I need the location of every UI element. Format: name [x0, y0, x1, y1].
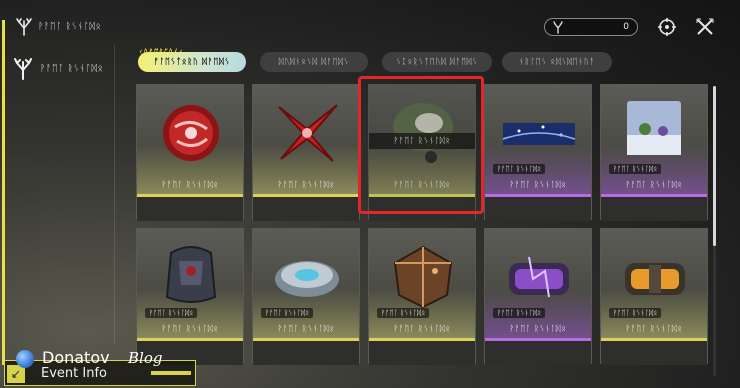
- item-card[interactable]: ᚹᚨᛖᛚ ᚱᛊᚾᛚᛞᛟ ᚹᚨᛖᛚ ᚱᛊᚾᛚᛞᛟ: [368, 228, 476, 365]
- close-x-icon: [696, 18, 714, 35]
- item-name: ᚹᚨᛖᛚ ᚱᛊᚾᛚᛞᛟ: [509, 180, 567, 189]
- item-name: ᚹᚨᛖᛚ ᚱᛊᚾᛚᛞᛟ: [161, 324, 219, 333]
- item-card[interactable]: ᚹᚨᛖᛚ ᚱᛊᚾᛚᛞᛟ ᚹᚨᛖᛚ ᚱᛊᚾᛚᛞᛟ: [252, 228, 360, 365]
- orange-capsule-icon: [625, 263, 685, 295]
- item-name: ᚹᚨᛖᛚ ᚱᛊᚾᛚᛞᛟ: [393, 180, 451, 189]
- sidebar-divider: [114, 44, 115, 344]
- item-name: ᚹᚨᛖᛚ ᚱᛊᚾᛚᛞᛟ: [625, 180, 683, 189]
- item-tag: ᚹᚨᛖᛚ ᚱᛊᚾᛚᛞᛟ: [609, 164, 662, 174]
- item-tag: ᚹᚨᛖᛚ ᚱᛊᚾᛚᛞᛟ: [145, 308, 198, 318]
- item-grid: ᚹᚨᛖᛚ ᚱᛊᚾᛚᛞᛟ ᚹᚨᛖᛚ ᚱᛊᚾᛚᛞᛟ ᚹᚨᛖᛚ ᚱᛊᚾᛚᛞᛟ ᚹᚨᛖᛚ…: [130, 82, 714, 388]
- purple-capsule-icon: [509, 256, 569, 298]
- coral-emblem-icon: [16, 18, 32, 36]
- item-tag: ᚹᚨᛖᛚ ᚱᛊᚾᛚᛞᛟ: [261, 308, 314, 318]
- night-sky-banner-icon: [502, 123, 576, 145]
- item-tag: ᚹᚨᛖᛚ ᚱᛊᚾᛚᛞᛟ: [493, 308, 546, 318]
- sidebar-item-label: ᚹᚨᛖᛚ ᚱᛊᚾᛚᛞᛟ: [40, 64, 104, 74]
- item-name: ᚹᚨᛖᛚ ᚱᛊᚾᛚᛞᛟ: [509, 324, 567, 333]
- item-tag: ᚹᚨᛖᛚ ᚱᛊᚾᛚᛞᛟ: [493, 164, 546, 174]
- tab-label: ᚾᚱᛚᛖᛊ ᛟᛞᛊᛞᛖᚾᚢᚨ: [518, 57, 596, 66]
- tab-label: ᛞᚢᛞᚾᛟᛊᛞ ᛞᚨᛖᛞᛊ: [278, 57, 350, 66]
- tab-second[interactable]: ᛞᚢᛞᚾᛟᛊᛞ ᛞᚨᛖᛞᛊ: [260, 52, 368, 72]
- item-hover-label: ᚹᚨᛖᛚ ᚱᛊᚾᛚᛞᛟ: [369, 133, 475, 149]
- item-card[interactable]: ᚹᚨᛖᛚ ᚱᛊᚾᛚᛞᛟ ᚹᚨᛖᛚ ᚱᛊᚾᛚᛞᛟ: [600, 228, 708, 365]
- item-name: ᚹᚨᛖᛚ ᚱᛊᚾᛚᛞᛟ: [393, 324, 451, 333]
- sidebar: ᚹᚨᛖᛚ ᚱᛊᚾᛚᛞᛟ: [0, 40, 118, 340]
- item-name: ᚹᚨᛖᛚ ᚱᛊᚾᛚᛞᛟ: [277, 324, 335, 333]
- tab-third[interactable]: ᛊᛈᛟᚱᛊᛏᛖᚢᛞ ᛞᚨᛖᛞᛊ: [382, 52, 492, 72]
- item-card[interactable]: ᚹᚨᛖᛚ ᚱᛊᚾᛚᛞᛟ: [136, 84, 244, 221]
- coral-currency-icon: [553, 21, 563, 34]
- app-title: ᚹᚨᛖᛚ ᚱᛊᚾᛚᛞᛟ: [38, 22, 102, 32]
- grid-scrollbar[interactable]: [713, 86, 716, 376]
- top-bar: ᚹᚨᛖᛚ ᚱᛊᚾᛚᛞᛟ 0: [0, 0, 740, 40]
- item-card[interactable]: ᚹᚨᛖᛚ ᚱᛊᚾᛚᛞᛟ ᚹᚨᛖᛚ ᚱᛊᚾᛚᛞᛟ: [600, 84, 708, 221]
- settings-button[interactable]: [656, 16, 678, 38]
- winter-scene-card-icon: [627, 101, 681, 155]
- red-shuriken-icon: [278, 104, 338, 162]
- coral-emblem-icon: [14, 58, 32, 80]
- currency-counter: 0: [544, 18, 638, 36]
- item-card[interactable]: ᚹᚨᛖᛚ ᚱᛊᚾᛚᛞᛟ ᚹᚨᛖᛚ ᚱᛊᚾᛚᛞᛟ: [136, 228, 244, 365]
- settings-hex-icon: [658, 18, 676, 36]
- item-tag: ᚹᚨᛖᛚ ᚱᛊᚾᛚᛞᛟ: [377, 308, 430, 318]
- planet-orb-icon: [393, 103, 453, 163]
- globe-logo-icon: [16, 350, 34, 368]
- item-card-selected[interactable]: ᚹᚨᛖᛚ ᚱᛊᚾᛚᛞᛟ ᚹᚨᛖᛚ ᚱᛊᚾᛚᛞᛟ: [368, 84, 476, 221]
- currency-value: 0: [623, 22, 629, 32]
- watermark-name: Donatov: [42, 348, 110, 367]
- item-card[interactable]: ᚹᚨᛖᛚ ᚱᛊᚾᛚᛞᛟ ᚹᚨᛖᛚ ᚱᛊᚾᛚᛞᛟ: [484, 84, 592, 221]
- scrollbar-thumb[interactable]: [713, 86, 716, 246]
- tab-featured[interactable]: ᚲᚢᛒᛖᚱᛈᚢᚾᚲ ᚠᛚᛖᛊᛏᛟᚱᚢ ᛞᚨᛖᛞᛊ: [138, 48, 246, 72]
- item-tag: ᚹᚨᛖᛚ ᚱᛊᚾᛚᛞᛟ: [609, 308, 662, 318]
- tech-disc-icon: [275, 261, 339, 297]
- item-name: ᚹᚨᛖᛚ ᚱᛊᚾᛚᛞᛟ: [161, 180, 219, 189]
- item-card[interactable]: ᚹᚨᛖᛚ ᚱᛊᚾᛚᛞᛟ: [252, 84, 360, 221]
- event-info-label: Event Info: [41, 366, 107, 381]
- event-accent-bar: [151, 371, 191, 375]
- sidebar-item-store[interactable]: ᚹᚨᛖᛚ ᚱᛊᚾᛚᛞᛟ: [6, 54, 114, 84]
- red-orb-icon: [163, 105, 219, 161]
- close-button[interactable]: [694, 16, 716, 38]
- tab-fourth[interactable]: ᚾᚱᛚᛖᛊ ᛟᛞᛊᛞᛖᚾᚢᚨ: [502, 52, 612, 72]
- watermark-suffix: Blog: [128, 349, 163, 367]
- item-name: ᚹᚨᛖᛚ ᚱᛊᚾᛚᛞᛟ: [625, 324, 683, 333]
- tab-label: ᛊᛈᛟᚱᛊᛏᛖᚢᛞ ᛞᚨᛖᛞᛊ: [396, 57, 478, 66]
- bronze-crate-icon: [393, 245, 453, 309]
- item-name: ᚹᚨᛖᛚ ᚱᛊᚾᛚᛞᛟ: [277, 180, 335, 189]
- armored-bag-icon: [165, 246, 217, 303]
- item-card[interactable]: ᚹᚨᛖᛚ ᚱᛊᚾᛚᛞᛟ ᚹᚨᛖᛚ ᚱᛊᚾᛚᛞᛟ: [484, 228, 592, 365]
- tab-sublabel: ᚲᚢᛒᛖᚱᛈᚢᚾᚲ: [138, 48, 183, 56]
